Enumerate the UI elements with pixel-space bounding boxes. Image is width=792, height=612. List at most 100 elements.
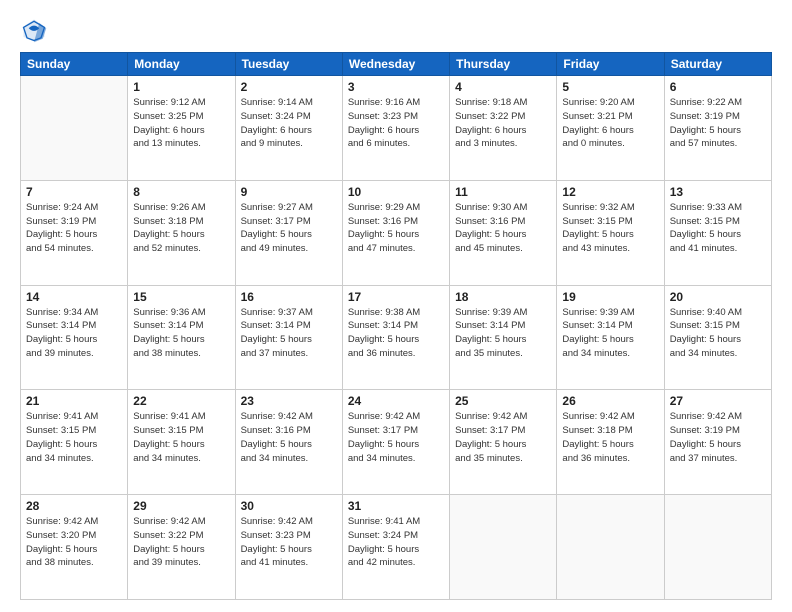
day-info: Sunrise: 9:42 AM Sunset: 3:22 PM Dayligh… bbox=[133, 515, 229, 570]
day-number: 21 bbox=[26, 394, 122, 408]
day-info: Sunrise: 9:18 AM Sunset: 3:22 PM Dayligh… bbox=[455, 96, 551, 151]
calendar-cell: 3 Sunrise: 9:16 AM Sunset: 3:23 PM Daylig… bbox=[342, 76, 449, 181]
day-number: 31 bbox=[348, 499, 444, 513]
day-info: Sunrise: 9:12 AM Sunset: 3:25 PM Dayligh… bbox=[133, 96, 229, 151]
calendar-week-row: 21 Sunrise: 9:41 AM Sunset: 3:15 PM Dayli… bbox=[21, 390, 772, 495]
day-number: 22 bbox=[133, 394, 229, 408]
day-number: 23 bbox=[241, 394, 337, 408]
weekday-header-sunday: Sunday bbox=[21, 53, 128, 76]
day-number: 16 bbox=[241, 290, 337, 304]
calendar-cell: 8 Sunrise: 9:26 AM Sunset: 3:18 PM Daylig… bbox=[128, 180, 235, 285]
header bbox=[20, 16, 772, 44]
day-info: Sunrise: 9:33 AM Sunset: 3:15 PM Dayligh… bbox=[670, 201, 766, 256]
calendar-cell bbox=[557, 495, 664, 600]
day-number: 17 bbox=[348, 290, 444, 304]
day-number: 8 bbox=[133, 185, 229, 199]
day-number: 20 bbox=[670, 290, 766, 304]
calendar-cell: 4 Sunrise: 9:18 AM Sunset: 3:22 PM Daylig… bbox=[450, 76, 557, 181]
weekday-header-thursday: Thursday bbox=[450, 53, 557, 76]
day-info: Sunrise: 9:34 AM Sunset: 3:14 PM Dayligh… bbox=[26, 306, 122, 361]
day-info: Sunrise: 9:32 AM Sunset: 3:15 PM Dayligh… bbox=[562, 201, 658, 256]
day-number: 11 bbox=[455, 185, 551, 199]
weekday-header-wednesday: Wednesday bbox=[342, 53, 449, 76]
calendar-cell: 15 Sunrise: 9:36 AM Sunset: 3:14 PM Dayli… bbox=[128, 285, 235, 390]
day-number: 24 bbox=[348, 394, 444, 408]
day-info: Sunrise: 9:42 AM Sunset: 3:20 PM Dayligh… bbox=[26, 515, 122, 570]
day-number: 27 bbox=[670, 394, 766, 408]
weekday-header-tuesday: Tuesday bbox=[235, 53, 342, 76]
day-info: Sunrise: 9:40 AM Sunset: 3:15 PM Dayligh… bbox=[670, 306, 766, 361]
calendar-cell: 20 Sunrise: 9:40 AM Sunset: 3:15 PM Dayli… bbox=[664, 285, 771, 390]
calendar-table: SundayMondayTuesdayWednesdayThursdayFrid… bbox=[20, 52, 772, 600]
calendar-cell: 18Sunrise: 9:39 AM Sunset: 3:14 PM Dayli… bbox=[450, 285, 557, 390]
calendar-cell: 30Sunrise: 9:42 AM Sunset: 3:23 PM Dayli… bbox=[235, 495, 342, 600]
day-info: Sunrise: 9:37 AM Sunset: 3:14 PM Dayligh… bbox=[241, 306, 337, 361]
day-info: Sunrise: 9:29 AM Sunset: 3:16 PM Dayligh… bbox=[348, 201, 444, 256]
day-number: 26 bbox=[562, 394, 658, 408]
calendar-cell: 29 Sunrise: 9:42 AM Sunset: 3:22 PM Dayli… bbox=[128, 495, 235, 600]
day-number: 10 bbox=[348, 185, 444, 199]
day-info: Sunrise: 9:39 AM Sunset: 3:14 PM Dayligh… bbox=[562, 306, 658, 361]
day-number: 2 bbox=[241, 80, 337, 94]
day-info: Sunrise: 9:41 AM Sunset: 3:15 PM Dayligh… bbox=[133, 410, 229, 465]
day-number: 29 bbox=[133, 499, 229, 513]
day-info: Sunrise: 9:24 AM Sunset: 3:19 PM Dayligh… bbox=[26, 201, 122, 256]
calendar-cell: 12 Sunrise: 9:32 AM Sunset: 3:15 PM Dayli… bbox=[557, 180, 664, 285]
calendar-cell: 31 Sunrise: 9:41 AM Sunset: 3:24 PM Dayli… bbox=[342, 495, 449, 600]
calendar-cell: 6 Sunrise: 9:22 AM Sunset: 3:19 PM Daylig… bbox=[664, 76, 771, 181]
day-info: Sunrise: 9:16 AM Sunset: 3:23 PM Dayligh… bbox=[348, 96, 444, 151]
day-info: Sunrise: 9:42 AM Sunset: 3:18 PM Dayligh… bbox=[562, 410, 658, 465]
day-info: Sunrise: 9:36 AM Sunset: 3:14 PM Dayligh… bbox=[133, 306, 229, 361]
calendar-cell bbox=[21, 76, 128, 181]
calendar-cell: 13Sunrise: 9:33 AM Sunset: 3:15 PM Dayli… bbox=[664, 180, 771, 285]
calendar-cell: 1 Sunrise: 9:12 AM Sunset: 3:25 PM Daylig… bbox=[128, 76, 235, 181]
day-number: 9 bbox=[241, 185, 337, 199]
logo bbox=[20, 16, 52, 44]
day-info: Sunrise: 9:42 AM Sunset: 3:17 PM Dayligh… bbox=[348, 410, 444, 465]
day-info: Sunrise: 9:30 AM Sunset: 3:16 PM Dayligh… bbox=[455, 201, 551, 256]
calendar-cell bbox=[664, 495, 771, 600]
day-number: 1 bbox=[133, 80, 229, 94]
calendar-week-row: 28Sunrise: 9:42 AM Sunset: 3:20 PM Dayli… bbox=[21, 495, 772, 600]
calendar-cell: 22 Sunrise: 9:41 AM Sunset: 3:15 PM Dayli… bbox=[128, 390, 235, 495]
day-number: 30 bbox=[241, 499, 337, 513]
day-number: 6 bbox=[670, 80, 766, 94]
calendar-cell: 11 Sunrise: 9:30 AM Sunset: 3:16 PM Dayli… bbox=[450, 180, 557, 285]
weekday-header-saturday: Saturday bbox=[664, 53, 771, 76]
day-info: Sunrise: 9:42 AM Sunset: 3:17 PM Dayligh… bbox=[455, 410, 551, 465]
calendar-cell: 27 Sunrise: 9:42 AM Sunset: 3:19 PM Dayli… bbox=[664, 390, 771, 495]
weekday-header-monday: Monday bbox=[128, 53, 235, 76]
day-number: 18 bbox=[455, 290, 551, 304]
calendar-cell: 16 Sunrise: 9:37 AM Sunset: 3:14 PM Dayli… bbox=[235, 285, 342, 390]
calendar-week-row: 7 Sunrise: 9:24 AM Sunset: 3:19 PM Daylig… bbox=[21, 180, 772, 285]
calendar-cell: 26 Sunrise: 9:42 AM Sunset: 3:18 PM Dayli… bbox=[557, 390, 664, 495]
day-info: Sunrise: 9:22 AM Sunset: 3:19 PM Dayligh… bbox=[670, 96, 766, 151]
day-number: 7 bbox=[26, 185, 122, 199]
day-number: 14 bbox=[26, 290, 122, 304]
day-info: Sunrise: 9:42 AM Sunset: 3:19 PM Dayligh… bbox=[670, 410, 766, 465]
day-number: 15 bbox=[133, 290, 229, 304]
day-number: 5 bbox=[562, 80, 658, 94]
calendar-cell: 17Sunrise: 9:38 AM Sunset: 3:14 PM Dayli… bbox=[342, 285, 449, 390]
calendar-week-row: 1 Sunrise: 9:12 AM Sunset: 3:25 PM Daylig… bbox=[21, 76, 772, 181]
day-number: 4 bbox=[455, 80, 551, 94]
calendar-cell: 5Sunrise: 9:20 AM Sunset: 3:21 PM Daylig… bbox=[557, 76, 664, 181]
day-number: 3 bbox=[348, 80, 444, 94]
calendar-cell: 24 Sunrise: 9:42 AM Sunset: 3:17 PM Dayli… bbox=[342, 390, 449, 495]
day-info: Sunrise: 9:26 AM Sunset: 3:18 PM Dayligh… bbox=[133, 201, 229, 256]
day-info: Sunrise: 9:42 AM Sunset: 3:16 PM Dayligh… bbox=[241, 410, 337, 465]
calendar-cell: 19Sunrise: 9:39 AM Sunset: 3:14 PM Dayli… bbox=[557, 285, 664, 390]
calendar-cell: 14 Sunrise: 9:34 AM Sunset: 3:14 PM Dayli… bbox=[21, 285, 128, 390]
logo-icon bbox=[20, 16, 48, 44]
day-info: Sunrise: 9:41 AM Sunset: 3:15 PM Dayligh… bbox=[26, 410, 122, 465]
day-info: Sunrise: 9:41 AM Sunset: 3:24 PM Dayligh… bbox=[348, 515, 444, 570]
calendar-cell: 2Sunrise: 9:14 AM Sunset: 3:24 PM Daylig… bbox=[235, 76, 342, 181]
day-number: 12 bbox=[562, 185, 658, 199]
calendar-cell: 23 Sunrise: 9:42 AM Sunset: 3:16 PM Dayli… bbox=[235, 390, 342, 495]
page: SundayMondayTuesdayWednesdayThursdayFrid… bbox=[0, 0, 792, 612]
calendar-cell: 25 Sunrise: 9:42 AM Sunset: 3:17 PM Dayli… bbox=[450, 390, 557, 495]
day-number: 25 bbox=[455, 394, 551, 408]
calendar-cell: 28Sunrise: 9:42 AM Sunset: 3:20 PM Dayli… bbox=[21, 495, 128, 600]
weekday-header-row: SundayMondayTuesdayWednesdayThursdayFrid… bbox=[21, 53, 772, 76]
calendar-cell: 7 Sunrise: 9:24 AM Sunset: 3:19 PM Daylig… bbox=[21, 180, 128, 285]
